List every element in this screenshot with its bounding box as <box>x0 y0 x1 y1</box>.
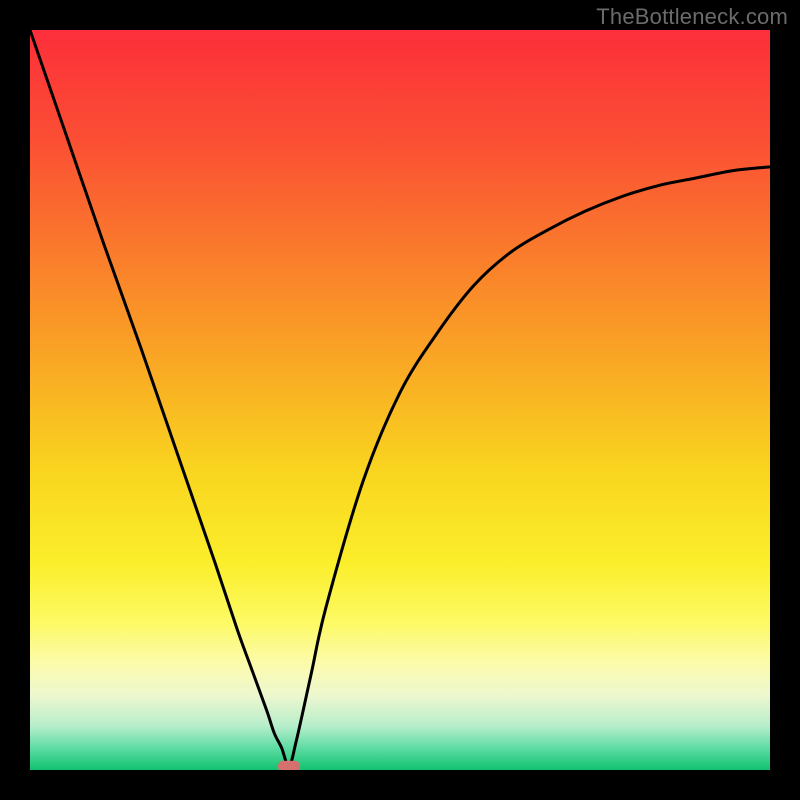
minimum-marker <box>278 761 300 770</box>
plot-area <box>30 30 770 770</box>
gradient-background <box>30 30 770 770</box>
chart-svg <box>30 30 770 770</box>
chart-frame: TheBottleneck.com <box>0 0 800 800</box>
watermark-text: TheBottleneck.com <box>596 4 788 30</box>
